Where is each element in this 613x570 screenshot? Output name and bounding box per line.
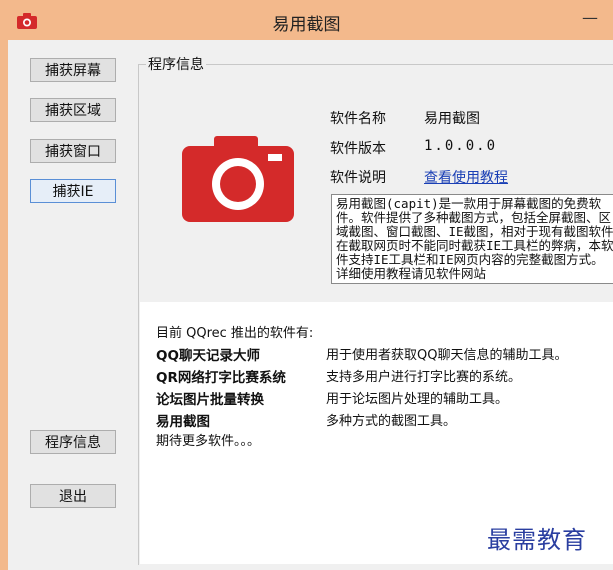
product-row: QR网络打字比赛系统 支持多用户进行打字比赛的系统。 xyxy=(156,366,613,386)
software-name-label: 软件名称 xyxy=(330,111,386,127)
software-version-value: 1.0.0.0 xyxy=(424,138,498,154)
window-left-border xyxy=(0,40,8,570)
software-name-value: 易用截图 xyxy=(424,111,480,127)
product-name: 论坛图片批量转换 xyxy=(156,392,264,408)
program-info-group: 程序信息 软件名称 易用截图 软件版本 1.0.0.0 软件说明 查看使用教程 … xyxy=(138,54,613,570)
camera-icon xyxy=(182,136,294,222)
product-desc: 多种方式的截图工具。 xyxy=(326,414,457,429)
product-name: 易用截图 xyxy=(156,414,210,430)
product-row: 易用截图 多种方式的截图工具。 xyxy=(156,410,613,430)
product-name: QR网络打字比赛系统 xyxy=(156,370,286,386)
title-bar[interactable]: 易用截图 — xyxy=(0,0,613,40)
window-title: 易用截图 xyxy=(272,15,341,35)
product-row: 论坛图片批量转换 用于论坛图片处理的辅助工具。 xyxy=(156,388,613,408)
capture-screen-button[interactable]: 捕获屏幕 xyxy=(30,58,116,82)
product-desc: 支持多用户进行打字比赛的系统。 xyxy=(326,370,522,385)
group-title: 程序信息 xyxy=(146,54,206,74)
program-info-button[interactable]: 程序信息 xyxy=(30,430,116,454)
capture-window-button[interactable]: 捕获窗口 xyxy=(30,139,116,163)
product-row: QQ聊天记录大师 用于使用者获取QQ聊天信息的辅助工具。 xyxy=(156,344,613,364)
software-version-label: 软件版本 xyxy=(330,141,386,157)
main-content: 捕获屏幕 捕获区域 捕获窗口 捕获IE 程序信息 退出 程序信息 软件名称 易用… xyxy=(8,40,613,570)
tutorial-link[interactable]: 查看使用教程 xyxy=(424,167,508,187)
app-window: 易用截图 — 捕获屏幕 捕获区域 捕获窗口 捕获IE 程序信息 退出 程序信息 … xyxy=(0,0,613,570)
more-software-text: 期待更多软件。。。 xyxy=(156,434,261,449)
capture-ie-button[interactable]: 捕获IE xyxy=(30,179,116,203)
product-name: QQ聊天记录大师 xyxy=(156,348,260,364)
description-textbox[interactable]: 易用截图(capit)是一款用于屏幕截图的免费软件。软件提供了多种截图方式，包括… xyxy=(331,194,613,284)
products-intro: 目前 QQrec 推出的软件有: xyxy=(156,326,314,341)
exit-button[interactable]: 退出 xyxy=(30,484,116,508)
capture-region-button[interactable]: 捕获区域 xyxy=(30,98,116,122)
product-desc: 用于论坛图片处理的辅助工具。 xyxy=(326,392,509,407)
minimize-button[interactable]: — xyxy=(575,8,605,30)
watermark-text: 最需教育 xyxy=(487,526,587,554)
software-desc-label: 软件说明 xyxy=(330,170,386,186)
product-desc: 用于使用者获取QQ聊天信息的辅助工具。 xyxy=(326,348,568,363)
